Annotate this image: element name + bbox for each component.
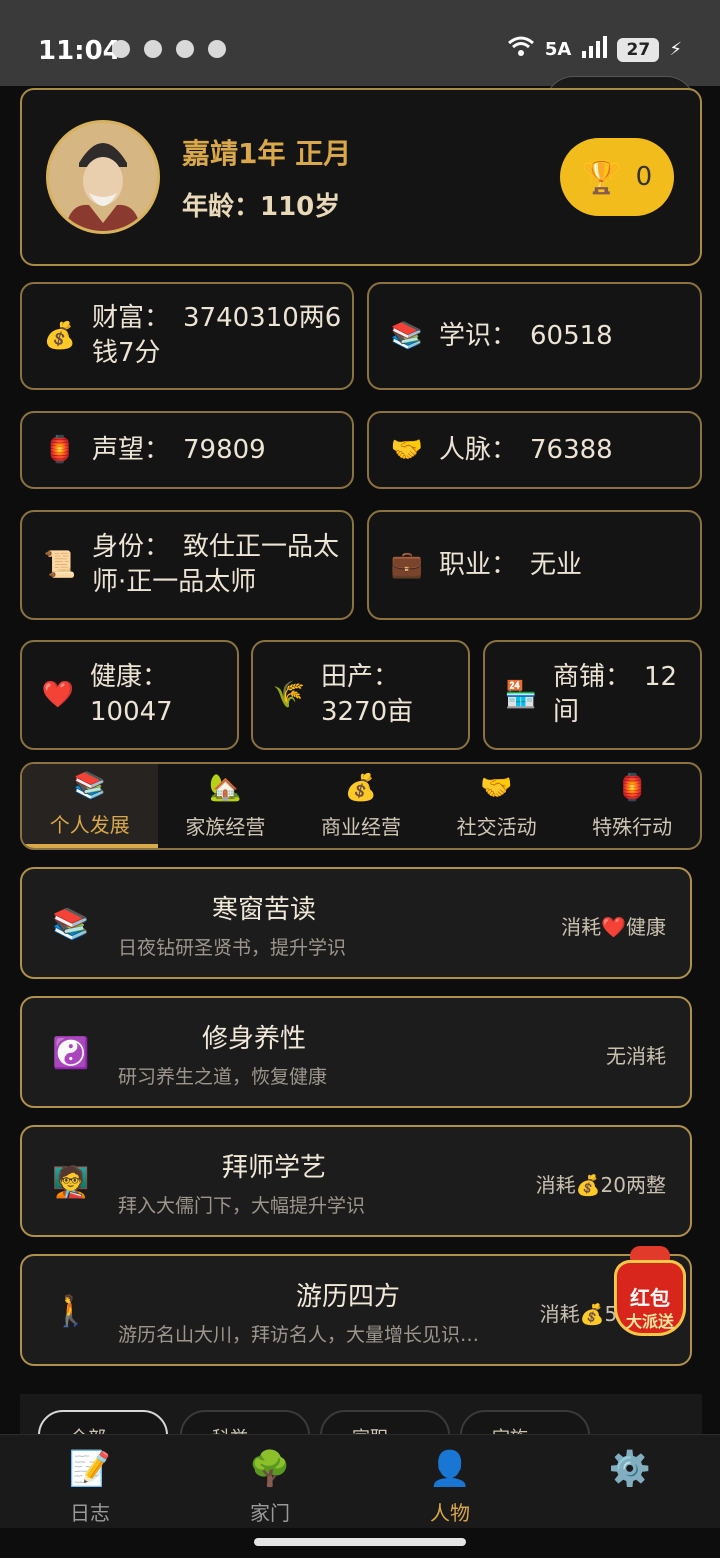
- stat-health: ❤️ 健康： 10047: [20, 640, 239, 750]
- stat-occupation: 💼 职业： 无业: [367, 510, 702, 620]
- stat-land-text: 田产： 3270亩: [321, 662, 414, 727]
- profile-card: 嘉靖1年 正月 年龄：110岁 🏆 0: [20, 88, 702, 266]
- action-cost: 消耗💰20两整: [535, 1173, 666, 1197]
- rice-icon: 🌾: [272, 680, 306, 710]
- action-description: 研习养生之道，恢复健康: [118, 1066, 328, 1088]
- stat-health-text: 健康： 10047: [90, 662, 182, 727]
- action-description: 游历名山大川，拜访名人，大量增长见识…: [118, 1324, 480, 1346]
- reign-date: 嘉靖1年 正月: [182, 137, 352, 170]
- red-packet-label: 红包: [630, 1286, 670, 1310]
- action-cost: 无消耗: [606, 1044, 666, 1068]
- stat-knowledge-text: 学识： 60518: [439, 320, 613, 351]
- tab-label: 个人发展: [49, 812, 130, 837]
- nav-label: 日志: [70, 1501, 110, 1525]
- nav-family[interactable]: 🌳 家门: [180, 1435, 360, 1528]
- stat-knowledge: 📚 学识： 60518: [367, 282, 702, 390]
- shop-icon: 🏪: [504, 680, 538, 710]
- teacher-icon: 🧑‍🏫: [52, 1165, 90, 1200]
- stat-shops-text: 商铺： 12间: [553, 662, 678, 727]
- money-bag-icon: 💰: [43, 321, 77, 351]
- action-cost: 消耗❤️健康: [561, 915, 666, 939]
- age-label: 年龄：110岁: [182, 192, 341, 222]
- filter-bar: 全部 科举 官职 宗族: [20, 1394, 702, 1438]
- stat-shops: 🏪 商铺： 12间: [483, 640, 702, 750]
- stat-prestige-text: 声望： 79809: [92, 434, 266, 465]
- tab-family-management[interactable]: 🏡 家族经营: [158, 764, 294, 848]
- action-name: 寒窗苦读: [211, 895, 316, 925]
- house-icon: 🏡: [209, 772, 242, 803]
- money-bag-icon: 💰: [344, 772, 378, 803]
- tab-personal-development[interactable]: 📚 个人发展: [22, 764, 158, 848]
- action-study[interactable]: 📚 寒窗苦读 日夜钻研圣贤书，提升学识 消耗❤️健康: [20, 867, 692, 979]
- stat-occupation-text: 职业： 无业: [439, 549, 583, 580]
- walking-icon: 🚶: [52, 1294, 90, 1329]
- stat-wealth: 💰 财富： 3740310两6钱7分: [20, 282, 354, 390]
- action-description: 日夜钻研圣贤书，提升学识: [118, 937, 347, 959]
- tab-label: 特殊行动: [592, 814, 673, 839]
- nav-log[interactable]: 📝 日志: [0, 1435, 180, 1528]
- stat-land: 🌾 田产： 3270亩: [251, 640, 470, 750]
- tab-label: 家族经营: [185, 814, 266, 839]
- nav-label: 家门: [250, 1501, 290, 1525]
- status-bar: 11:04 5A 27 ⚡: [0, 0, 720, 86]
- scroll-icon: 📜: [43, 550, 77, 580]
- books-icon: 📚: [52, 907, 90, 942]
- heart-icon: ❤️: [41, 680, 75, 710]
- stat-identity: 📜 身份： 致仕正一品太师·正一品太师: [20, 510, 354, 620]
- home-indicator: [0, 1528, 720, 1558]
- action-description: 拜入大儒门下，大幅提升学识: [118, 1195, 366, 1217]
- stat-wealth-text: 财富： 3740310两6钱7分: [92, 303, 342, 368]
- memo-icon: 📝: [68, 1449, 112, 1489]
- trophy-button[interactable]: 🏆 0: [560, 138, 674, 216]
- wifi-icon: [507, 36, 535, 63]
- tab-social[interactable]: 🤝 社交活动: [429, 764, 565, 848]
- tree-icon: 🌳: [248, 1449, 292, 1489]
- charging-icon: ⚡: [669, 39, 682, 60]
- stat-prestige: 🏮 声望： 79809: [20, 411, 354, 489]
- briefcase-icon: 💼: [390, 550, 424, 580]
- action-name: 游历四方: [295, 1282, 400, 1312]
- books-icon: 📚: [73, 770, 106, 801]
- lantern-icon: 🏮: [615, 772, 649, 803]
- tab-label: 社交活动: [456, 814, 537, 839]
- books-icon: 📚: [390, 321, 424, 351]
- battery-icon: 27: [617, 37, 660, 62]
- tab-label: 商业经营: [320, 814, 401, 839]
- lantern-icon: 🏮: [43, 435, 77, 465]
- person-icon: 👤: [428, 1449, 472, 1489]
- status-time: 11:04: [38, 36, 121, 66]
- status-right: 5A 27 ⚡: [507, 36, 682, 63]
- notification-icons: [112, 40, 226, 58]
- red-packet-button[interactable]: 红包 大派送: [606, 1242, 694, 1338]
- trophy-icon: 🏆: [581, 158, 622, 196]
- action-apprentice[interactable]: 🧑‍🏫 拜师学艺 拜入大儒门下，大幅提升学识 消耗💰20两整: [20, 1125, 692, 1237]
- avatar[interactable]: [46, 120, 160, 234]
- gear-icon: ⚙️: [608, 1449, 652, 1489]
- signal-icon: [581, 36, 608, 63]
- bottom-nav: 📝 日志 🌳 家门 👤 人物 ⚙️: [0, 1434, 720, 1528]
- action-cultivate[interactable]: ☯️ 修身养性 研习养生之道，恢复健康 无消耗: [20, 996, 692, 1108]
- handshake-icon: 🤝: [390, 435, 424, 465]
- nav-settings[interactable]: ⚙️: [540, 1435, 720, 1528]
- action-name: 修身养性: [201, 1024, 306, 1054]
- yin-yang-icon: ☯️: [52, 1036, 90, 1071]
- nav-label: 人物: [430, 1501, 470, 1525]
- stat-identity-text: 身份： 致仕正一品太师·正一品太师: [92, 532, 340, 597]
- trophy-count: 0: [635, 162, 653, 192]
- stat-connections: 🤝 人脉： 76388: [367, 411, 702, 489]
- action-travel[interactable]: 🚶 游历四方 游历名山大川，拜访名人，大量增长见识… 消耗💰50: [20, 1254, 692, 1366]
- tab-special[interactable]: 🏮 特殊行动: [564, 764, 700, 848]
- action-name: 拜师学艺: [221, 1153, 326, 1183]
- red-packet-sublabel: 大派送: [625, 1312, 674, 1331]
- category-tabs: 📚 个人发展 🏡 家族经营 💰 商业经营 🤝 社交活动 🏮 特殊行动: [20, 762, 702, 850]
- stat-connections-text: 人脉： 76388: [439, 434, 613, 465]
- nav-character[interactable]: 👤 人物: [360, 1435, 540, 1528]
- tab-business[interactable]: 💰 商业经营: [293, 764, 429, 848]
- network-label: 5A: [544, 39, 572, 60]
- handshake-icon: 🤝: [480, 772, 513, 803]
